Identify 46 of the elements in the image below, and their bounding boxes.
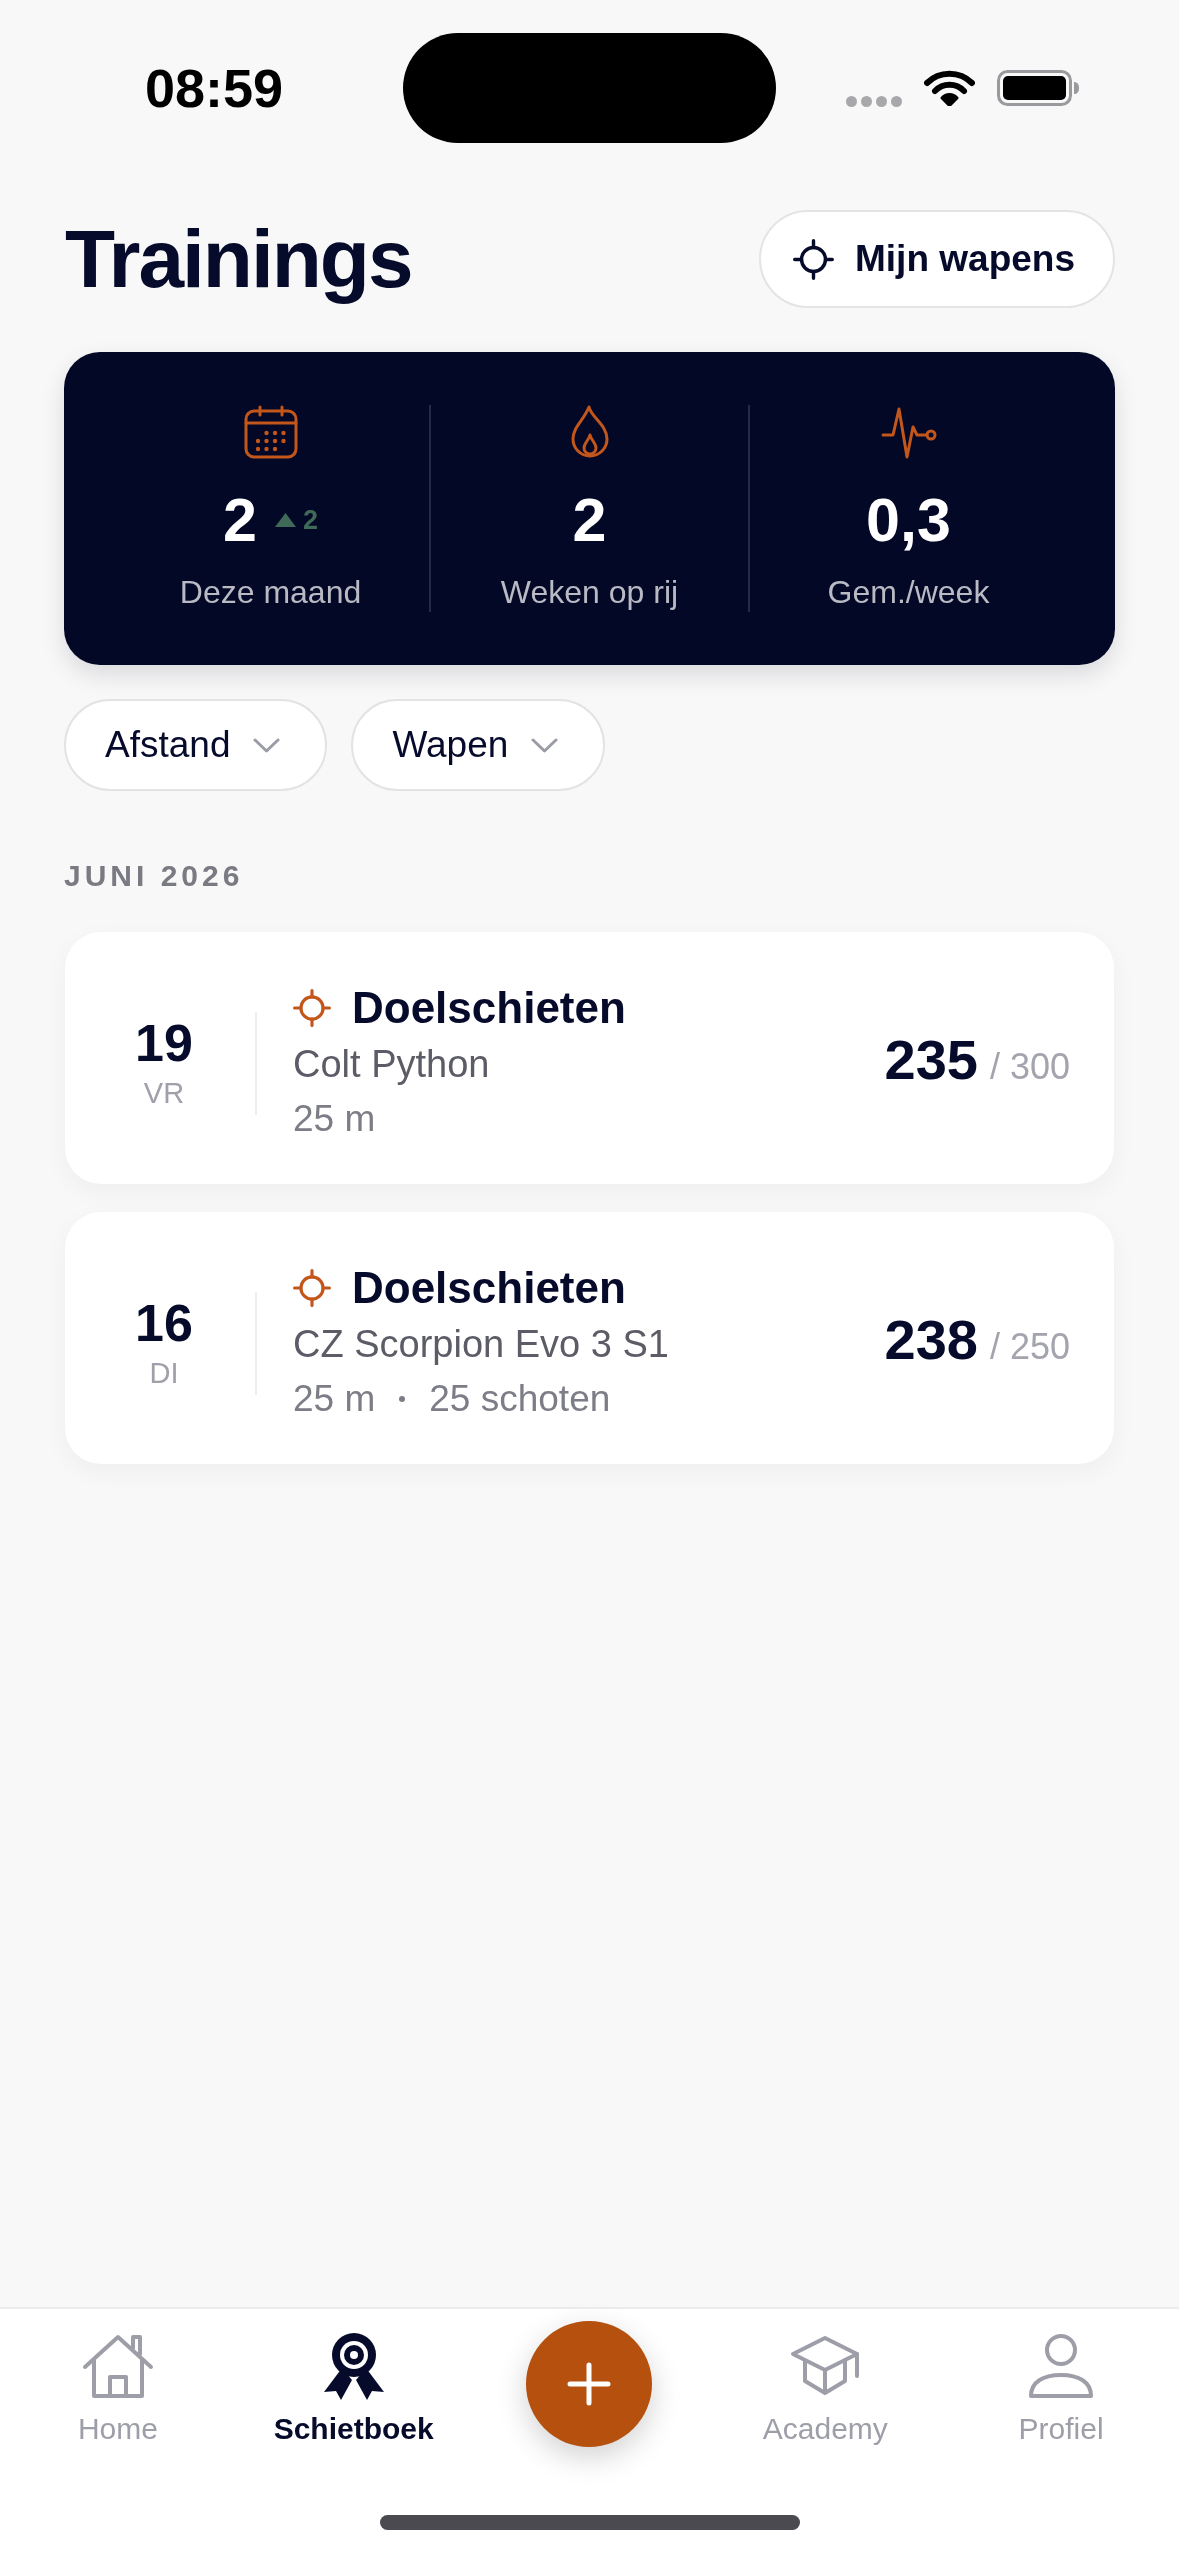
battery-icon xyxy=(997,70,1079,106)
stat-label: Weken op rij xyxy=(500,573,679,612)
chevron-down-icon xyxy=(531,737,559,753)
weapon-name: CZ Scorpion Evo 3 S1 xyxy=(293,1322,669,1367)
calendar-icon xyxy=(243,405,298,459)
date-day: 19 xyxy=(135,1013,193,1073)
filter-dropdown[interactable]: Wapen xyxy=(351,699,606,791)
weapon-name: Colt Python xyxy=(293,1042,490,1087)
status-time: 08:59 xyxy=(144,61,284,115)
score-max: / 300 xyxy=(989,1049,1070,1085)
nav-tab[interactable]: Schietboek xyxy=(273,2331,434,2447)
session-title: Doelschieten xyxy=(352,982,626,1034)
chevron-down-icon xyxy=(253,737,281,753)
date-day: 16 xyxy=(135,1293,193,1353)
stat-label: Deze maand xyxy=(179,573,362,612)
profile-icon xyxy=(1028,2333,1095,2399)
filter-dropdown[interactable]: Afstand xyxy=(64,699,328,791)
trend-value: 2 xyxy=(302,506,318,534)
signal-icon xyxy=(846,95,902,107)
separator-dot-icon xyxy=(399,1396,406,1402)
pulse-icon xyxy=(880,405,937,459)
stat-value: 2 xyxy=(223,485,257,555)
session-detail: 25 m xyxy=(293,1377,376,1421)
flame-icon xyxy=(569,405,610,459)
session-detail: 25 schoten xyxy=(429,1377,611,1421)
score-value: 235 xyxy=(884,1032,978,1088)
graduation-cap-icon xyxy=(789,2335,862,2397)
score-max: / 250 xyxy=(989,1329,1070,1365)
session-card[interactable]: 16 DI Doelschieten CZ Scorpion Evo 3 S1 25 m 25 schoten 238 / 250 xyxy=(65,1212,1114,1464)
session-card[interactable]: 19 VR Doelschieten Colt Python 25 m 235 / 300 xyxy=(65,932,1114,1184)
date-weekday: VR xyxy=(143,1076,185,1111)
score-value: 238 xyxy=(884,1312,978,1368)
crosshair-icon xyxy=(293,1269,331,1307)
my-weapons-button[interactable]: Mijn wapens xyxy=(759,210,1115,308)
crosshair-icon xyxy=(293,989,331,1027)
wifi-icon xyxy=(924,70,975,106)
session-title: Doelschieten xyxy=(352,1262,626,1314)
session-detail: 25 m xyxy=(293,1097,376,1141)
date-weekday: DI xyxy=(149,1356,179,1391)
plus-icon xyxy=(567,2362,612,2406)
stat-value: 2 xyxy=(572,485,607,555)
stat-value: 0,3 xyxy=(866,485,951,555)
home-icon xyxy=(81,2333,154,2399)
stat-label: Gem./week xyxy=(827,573,990,612)
crosshair-icon xyxy=(793,238,834,280)
section-heading: JUNI 2026 xyxy=(64,858,244,894)
